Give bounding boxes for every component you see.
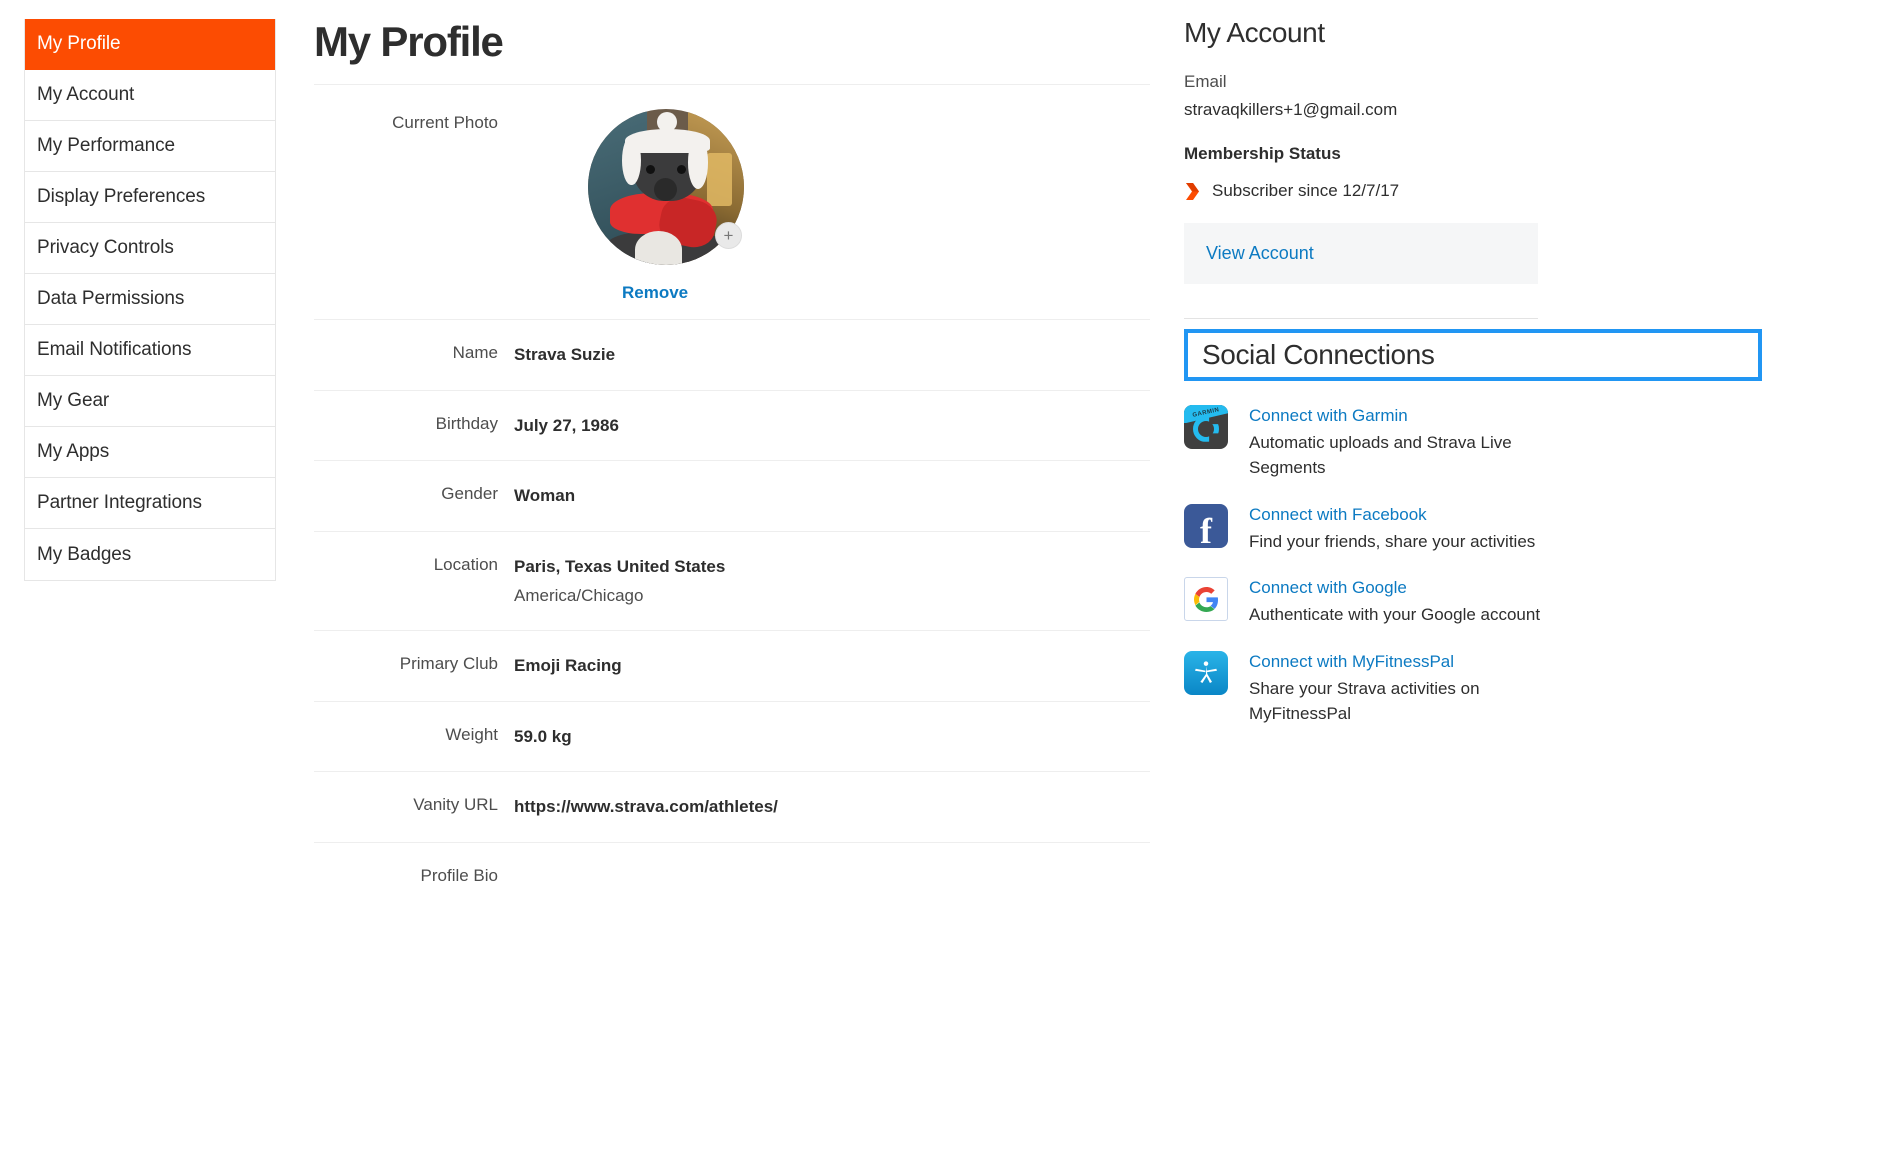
field-row-profile-bio: Profile Bio: [314, 842, 1150, 910]
sidebar-item-label: My Performance: [37, 135, 175, 156]
field-label-birthday: Birthday: [435, 413, 498, 433]
sidebar-item-my-profile[interactable]: My Profile: [25, 19, 275, 70]
membership-status-value: Subscriber since 12/7/17: [1212, 181, 1400, 200]
field-value-primary-club[interactable]: Emoji Racing: [514, 653, 1150, 679]
email-value: stravaqkillers+1@gmail.com: [1184, 100, 1398, 119]
garmin-description: Automatic uploads and Strava Live Segmen…: [1249, 432, 1512, 478]
field-row-gender: Gender Woman: [314, 460, 1150, 531]
current-photo-block: + Remove: [514, 109, 1150, 303]
sidebar-item-label: My Account: [37, 84, 135, 105]
social-text-myfitnesspal: Connect with MyFitnessPal Share your Str…: [1249, 651, 1544, 727]
sidebar-item-email-notifications[interactable]: Email Notifications: [25, 325, 275, 376]
sidebar-item-label: Display Preferences: [37, 186, 206, 207]
membership-status-row: Subscriber since 12/7/17: [1184, 181, 1544, 201]
field-label-vanity-url: Vanity URL: [413, 795, 498, 815]
sidebar-item-label: Privacy Controls: [37, 237, 174, 258]
field-label-gender: Gender: [441, 484, 498, 504]
view-account-button[interactable]: View Account: [1184, 223, 1538, 284]
page-title: My Profile: [314, 18, 504, 65]
social-text-facebook: Connect with Facebook Find your friends,…: [1249, 504, 1544, 554]
field-value-location-timezone: America/Chicago: [514, 585, 644, 605]
field-label-profile-bio: Profile Bio: [420, 866, 498, 886]
field-row-name: Name Strava Suzie: [314, 319, 1150, 390]
account-rail: My Account Email stravaqkillers+1@gmail.…: [1184, 0, 1762, 750]
social-connections-highlight-box: Social Connections: [1184, 329, 1762, 381]
field-row-vanity-url: Vanity URL https://www.strava.com/athlet…: [314, 771, 1150, 842]
field-value-profile-bio[interactable]: [514, 865, 1150, 888]
field-label-weight: Weight: [445, 724, 498, 744]
field-value-vanity-url[interactable]: https://www.strava.com/athletes/: [514, 794, 1150, 820]
add-photo-icon[interactable]: +: [715, 222, 742, 249]
sidebar-item-privacy-controls[interactable]: Privacy Controls: [25, 223, 275, 274]
field-row-weight: Weight 59.0 kg: [314, 700, 1150, 772]
field-row-location: Location Paris, Texas United States Amer…: [314, 530, 1150, 630]
sidebar-item-label: My Apps: [37, 441, 110, 462]
social-connections-heading: Social Connections: [1202, 339, 1435, 370]
facebook-description: Find your friends, share your activities: [1249, 531, 1536, 551]
current-photo-label: Current Photo: [392, 113, 498, 132]
view-account-label: View Account: [1206, 243, 1314, 263]
connect-with-facebook-link[interactable]: Connect with Facebook: [1249, 504, 1544, 527]
sidebar-item-label: My Gear: [37, 390, 110, 411]
sidebar-item-label: My Badges: [37, 543, 132, 565]
social-connections-list: GARMIN Connect with Garmin Automatic upl…: [1184, 405, 1544, 727]
connect-with-garmin-link[interactable]: Connect with Garmin: [1249, 405, 1544, 428]
social-text-google: Connect with Google Authenticate with yo…: [1249, 577, 1544, 627]
field-value-birthday[interactable]: July 27, 1986: [514, 413, 1150, 439]
connect-with-myfitnesspal-link[interactable]: Connect with MyFitnessPal: [1249, 651, 1544, 674]
field-label-location: Location: [433, 554, 498, 574]
rail-divider: [1184, 318, 1538, 319]
social-text-garmin: Connect with Garmin Automatic uploads an…: [1249, 405, 1544, 481]
sidebar-item-label: Data Permissions: [37, 288, 185, 309]
sidebar-item-partner-integrations[interactable]: Partner Integrations: [25, 478, 275, 529]
membership-status-label: Membership Status: [1184, 144, 1341, 163]
social-item-garmin: GARMIN Connect with Garmin Automatic upl…: [1184, 405, 1544, 481]
plus-icon: +: [723, 226, 734, 245]
social-item-google: Connect with Google Authenticate with yo…: [1184, 577, 1544, 627]
field-value-weight[interactable]: 59.0 kg: [514, 724, 1150, 750]
sidebar-item-label: Email Notifications: [37, 339, 192, 360]
avatar-wrapper: +: [588, 109, 744, 265]
facebook-icon: f: [1184, 503, 1228, 548]
myfitnesspal-description: Share your Strava activities on MyFitnes…: [1249, 678, 1480, 724]
sidebar-item-label: Partner Integrations: [37, 492, 202, 513]
sidebar-item-data-permissions[interactable]: Data Permissions: [25, 274, 275, 325]
current-photo-row: Current Photo + Remove: [314, 84, 1150, 319]
myfitnesspal-icon: [1184, 650, 1228, 695]
garmin-icon: GARMIN: [1184, 405, 1228, 449]
email-label: Email: [1184, 72, 1227, 91]
settings-page: My Profile My Account My Performance Dis…: [0, 0, 1894, 1176]
sidebar-item-display-preferences[interactable]: Display Preferences: [25, 172, 275, 223]
sidebar-item-my-apps[interactable]: My Apps: [25, 427, 275, 478]
sidebar-item-label: My Profile: [37, 33, 121, 54]
connect-with-google-link[interactable]: Connect with Google: [1249, 577, 1544, 600]
field-value-location[interactable]: Paris, Texas United States America/Chica…: [514, 554, 1150, 608]
field-label-name: Name: [452, 343, 498, 362]
field-value-gender[interactable]: Woman: [514, 483, 1150, 509]
sidebar-item-my-badges[interactable]: My Badges: [25, 529, 275, 580]
sidebar-item-my-performance[interactable]: My Performance: [25, 121, 275, 172]
remove-photo-link[interactable]: Remove: [622, 283, 688, 303]
field-row-birthday: Birthday July 27, 1986: [314, 389, 1150, 461]
my-account-heading: My Account: [1184, 17, 1325, 48]
field-label-primary-club: Primary Club: [399, 654, 498, 674]
field-row-primary-club: Primary Club Emoji Racing: [314, 630, 1150, 701]
sidebar-item-my-gear[interactable]: My Gear: [25, 376, 275, 427]
google-icon: [1184, 577, 1228, 622]
strava-chevron-icon: [1186, 182, 1199, 200]
field-value-name[interactable]: Strava Suzie: [514, 342, 1150, 368]
profile-main-panel: My Profile Current Photo + Remove Name S…: [314, 0, 1150, 910]
social-item-myfitnesspal: Connect with MyFitnessPal Share your Str…: [1184, 650, 1544, 727]
settings-sidebar-nav: My Profile My Account My Performance Dis…: [24, 19, 276, 581]
social-item-facebook: f Connect with Facebook Find your friend…: [1184, 503, 1544, 554]
sidebar-item-my-account[interactable]: My Account: [25, 70, 275, 121]
google-description: Authenticate with your Google account: [1249, 605, 1541, 625]
field-value-location-primary: Paris, Texas United States: [514, 556, 726, 576]
